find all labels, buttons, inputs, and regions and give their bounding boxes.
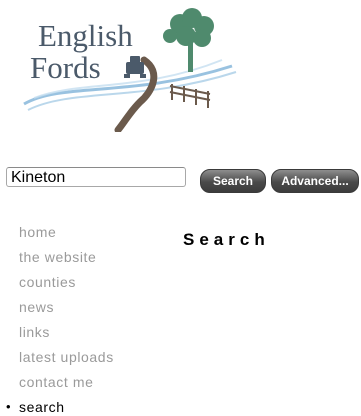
site-logo[interactable]: English Fords: [22, 2, 242, 132]
search-button[interactable]: Search: [200, 169, 266, 193]
nav-item-home[interactable]: home: [0, 224, 170, 249]
nav-item-search[interactable]: • search: [0, 399, 170, 416]
nav-item-latest-uploads[interactable]: latest uploads: [0, 349, 170, 374]
nav-item-news[interactable]: news: [0, 299, 170, 324]
nav-item-label: search: [19, 399, 65, 415]
logo-line-1: English: [38, 18, 133, 53]
site-navigation: home the website counties news links lat…: [0, 224, 170, 416]
advanced-search-button[interactable]: Advanced...: [271, 169, 359, 193]
nav-item-contact-me[interactable]: contact me: [0, 374, 170, 399]
logo-line-2: Fords: [30, 50, 101, 85]
current-page-bullet: •: [6, 399, 12, 414]
nav-item-the-website[interactable]: the website: [0, 249, 170, 274]
nav-item-links[interactable]: links: [0, 324, 170, 349]
page-title: Search: [183, 230, 270, 249]
page: English Fords Search Advanced... home th…: [0, 0, 361, 416]
nav-item-counties[interactable]: counties: [0, 274, 170, 299]
search-input[interactable]: [6, 167, 186, 187]
english-fords-logo-graphic: English Fords: [23, 8, 237, 132]
